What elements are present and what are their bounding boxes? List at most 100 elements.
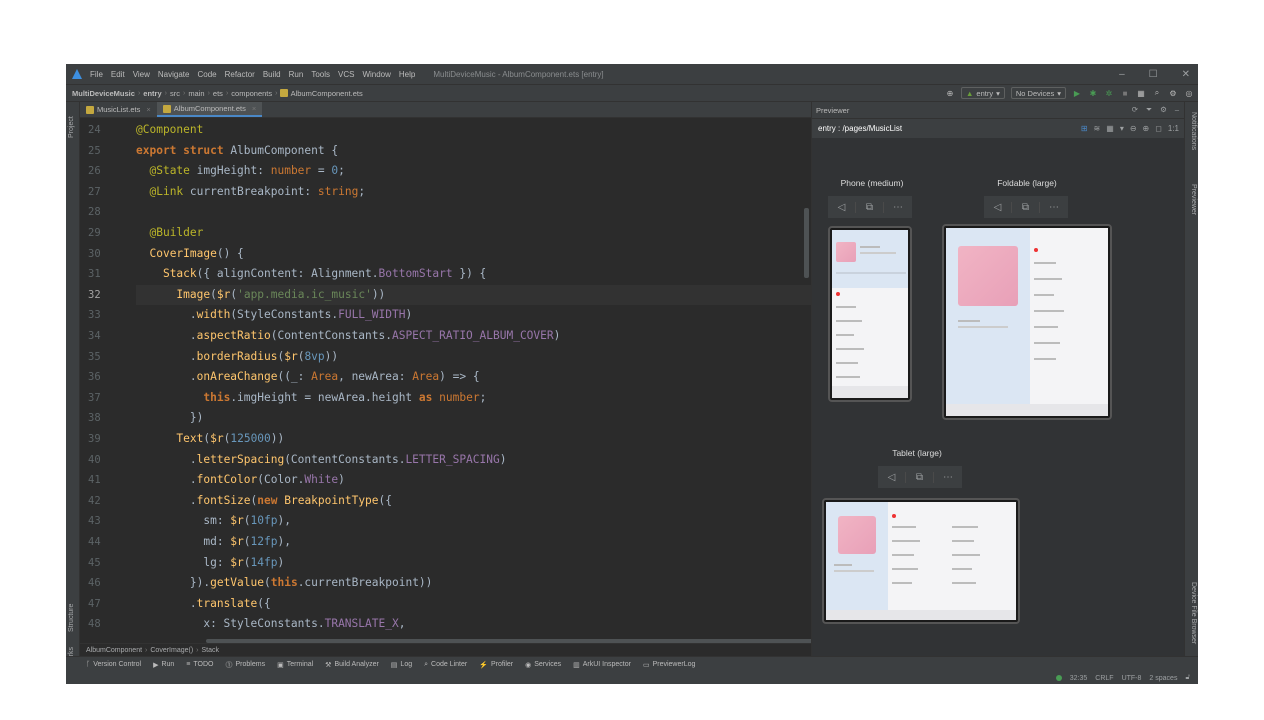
close-tab-icon[interactable]: ×	[252, 104, 256, 113]
module-select[interactable]: ▲ entry ▾	[960, 87, 1005, 99]
breadcrumb-struct[interactable]: AlbumComponent	[86, 647, 142, 654]
more-icon[interactable]: ⋯	[1040, 202, 1068, 213]
log-button[interactable]: ▤ Log	[391, 661, 412, 669]
back-icon[interactable]: ◁	[828, 201, 856, 213]
menu-tools[interactable]: Tools	[311, 70, 330, 79]
zoom-in-icon[interactable]: ⊕	[1143, 124, 1150, 133]
device-select[interactable]: No Devices ▾	[1010, 87, 1066, 99]
gear-icon[interactable]: ⚙	[1160, 105, 1167, 115]
nav-crumb-module[interactable]: entry	[143, 89, 161, 98]
previewer-log-button[interactable]: ▭ PreviewerLog	[643, 661, 695, 669]
problems-button[interactable]: ⓵ Problems	[226, 660, 266, 670]
device-label: No Devices	[1015, 88, 1055, 98]
multi-device-icon[interactable]: ▦	[1106, 124, 1114, 133]
nav-crumb-file[interactable]: AlbumComponent.ets	[280, 89, 363, 98]
phone-controls: ◁ ⧉ ⋯	[828, 196, 912, 218]
menu-navigate[interactable]: Navigate	[158, 70, 190, 79]
menu-view[interactable]: View	[133, 70, 150, 79]
fit-icon[interactable]: ◻	[1155, 124, 1162, 133]
menu-file[interactable]: File	[90, 70, 103, 79]
more-icon[interactable]: ⋯	[884, 202, 912, 213]
menu-edit[interactable]: Edit	[111, 70, 125, 79]
vertical-scrollbar[interactable]	[804, 208, 809, 278]
indent-setting[interactable]: 2 spaces	[1149, 675, 1177, 682]
menu-help[interactable]: Help	[399, 70, 415, 79]
nav-crumb-ets[interactable]: ets	[213, 89, 223, 98]
terminal-button[interactable]: ▣ Terminal	[277, 661, 313, 669]
rotate-icon[interactable]: ⧉	[906, 471, 934, 483]
layers-icon[interactable]: ≋	[1094, 124, 1101, 133]
previewer-tool-button[interactable]: Previewer	[1190, 184, 1197, 215]
tab-albumcomponent[interactable]: AlbumComponent.ets ×	[156, 102, 263, 117]
more-icon[interactable]: ⋯	[934, 472, 962, 483]
settings-icon[interactable]: ⚙	[1168, 88, 1178, 98]
foldable-screen[interactable]	[946, 228, 1108, 416]
hide-icon[interactable]: –	[1175, 105, 1179, 115]
cursor-position[interactable]: 32:35	[1070, 675, 1088, 682]
profiler-icon: ⚡	[479, 661, 488, 669]
build-analyzer-button[interactable]: ⚒ Build Analyzer	[325, 661, 379, 669]
filter-icon[interactable]: ⏷	[1146, 105, 1152, 115]
breadcrumb-stack[interactable]: Stack	[202, 647, 220, 654]
menu-vcs[interactable]: VCS	[338, 70, 354, 79]
line-number-gutter: 24 25 26 27 28 29 30 31 32 33 34 35 36 3…	[80, 118, 136, 643]
line-separator[interactable]: CRLF	[1095, 675, 1113, 682]
back-icon[interactable]: ◁	[984, 201, 1012, 213]
code-line: .fontSize(new BreakpointType({	[136, 493, 393, 507]
menu-run[interactable]: Run	[289, 70, 304, 79]
refresh-icon[interactable]: ⟳	[1132, 105, 1138, 115]
minimize-icon[interactable]: –	[1119, 69, 1125, 80]
close-tab-icon[interactable]: ×	[146, 105, 150, 114]
phone-screen[interactable]	[832, 230, 908, 398]
version-control-button[interactable]: ᚴ Version Control	[86, 661, 141, 668]
module-label: entry	[976, 88, 994, 98]
run-button[interactable]: ▶ Run	[153, 661, 174, 669]
menu-window[interactable]: Window	[362, 70, 390, 79]
zoom-out-icon[interactable]: ⊖	[1130, 124, 1137, 133]
device-manager-icon[interactable]: ▦	[1136, 88, 1146, 98]
structure-tool-button[interactable]: Structure	[68, 604, 75, 632]
run-icon[interactable]: ▶	[1072, 88, 1082, 98]
line-number: 46	[88, 577, 101, 590]
close-icon[interactable]: ✕	[1182, 69, 1190, 80]
line-number: 45	[88, 556, 101, 569]
nav-crumb-main[interactable]: main	[188, 89, 204, 98]
code-area[interactable]: @Component export struct AlbumComponent …	[136, 118, 811, 643]
nav-crumb-components[interactable]: components	[231, 89, 272, 98]
profiler-button[interactable]: ⚡ Profiler	[479, 661, 513, 669]
inspector-icon[interactable]: ⊞	[1081, 124, 1088, 133]
code-line: md: $r(12fp),	[136, 535, 291, 548]
attach-debugger-icon[interactable]: ✲	[1104, 88, 1114, 98]
code-linter-button[interactable]: ⌕ Code Linter	[424, 661, 467, 669]
actual-size-icon[interactable]: 1:1	[1168, 124, 1179, 133]
file-encoding[interactable]: UTF-8	[1122, 675, 1142, 682]
search-icon[interactable]: ⌕	[1152, 88, 1162, 98]
rotate-icon[interactable]: ⧉	[856, 201, 884, 213]
arkui-inspector-button[interactable]: ▥ ArkUI Inspector	[573, 661, 631, 669]
rotate-icon[interactable]: ⧉	[1012, 201, 1040, 213]
dropdown-icon[interactable]: ▾	[1120, 124, 1124, 133]
nav-crumb-src[interactable]: src	[170, 89, 180, 98]
breadcrumb-method[interactable]: CoverImage()	[150, 647, 193, 654]
todo-button[interactable]: ≡ TODO	[186, 661, 213, 668]
lock-icon[interactable]: 🔓︎	[1185, 674, 1190, 682]
stop-icon[interactable]: ■	[1120, 88, 1130, 98]
menu-code[interactable]: Code	[197, 70, 216, 79]
account-icon[interactable]: ◎	[1184, 88, 1194, 98]
status-bar: 32:35 CRLF UTF-8 2 spaces 🔓︎	[66, 672, 1198, 684]
menu-refactor[interactable]: Refactor	[225, 70, 255, 79]
menu-build[interactable]: Build	[263, 70, 281, 79]
nav-crumb-project[interactable]: MultiDeviceMusic	[72, 89, 135, 98]
services-button[interactable]: ◉ Services	[525, 661, 561, 669]
device-file-browser-tool-button[interactable]: Device File Browser	[1190, 582, 1197, 644]
services-icon: ◉	[525, 661, 532, 669]
tab-musiclist[interactable]: MusicList.ets ×	[80, 102, 157, 117]
back-icon[interactable]: ◁	[878, 471, 906, 483]
notifications-tool-button[interactable]: Notifications	[1190, 112, 1197, 150]
debug-icon[interactable]: ✱	[1088, 88, 1098, 98]
maximize-icon[interactable]: ☐	[1149, 69, 1158, 80]
project-tool-button[interactable]: Project	[68, 116, 75, 138]
target-icon[interactable]: ⊕	[945, 88, 955, 98]
tablet-screen[interactable]	[826, 502, 1016, 620]
tool-windows-bar: ᚴ Version Control ▶ Run ≡ TODO ⓵ Problems ▣ T…	[66, 656, 1198, 672]
